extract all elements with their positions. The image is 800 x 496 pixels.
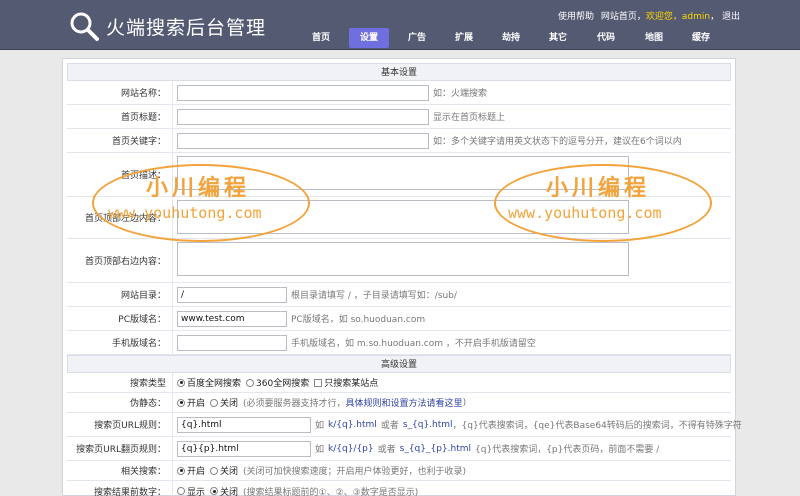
page-url-input[interactable]: {q}{p}.html	[177, 440, 311, 457]
home-title-input[interactable]	[177, 108, 429, 125]
row-search-url: 搜索页URL规则： {q}.html 如 k/{q}.html 或者 s_{q}…	[67, 413, 742, 437]
site-dir-label: 网站目录：	[67, 283, 173, 306]
home-title-label: 首页标题：	[67, 105, 173, 128]
settings-panel: 基本设置 网站名称： 如：火端搜索 首页标题： 显示在首页标题上 首页关键字： …	[62, 58, 742, 496]
row-mobile-domain: 手机版域名： 手机版域名，如 m.so.huoduan.com ，不开启手机版请…	[67, 331, 731, 355]
section-advanced: 高级设置	[67, 355, 731, 373]
search-url-example-1: k/{q}.html	[328, 419, 377, 430]
search-type-360-radio[interactable]	[246, 378, 255, 387]
row-page-url: 搜索页URL翻页规则： {q}{p}.html 如 k/{q}/{p} 或者 s…	[67, 437, 731, 461]
search-url-hint: ，{q}代表搜索词，{qe}代表Base64转码后的搜索词，不得有特殊字符	[452, 421, 742, 431]
site-home-link[interactable]: 网站首页	[601, 12, 637, 22]
section-basic: 基本设置	[67, 63, 731, 81]
nav-home[interactable]: 首页	[304, 28, 338, 48]
nav-cache[interactable]: 缓存	[684, 28, 718, 48]
row-related-search: 相关搜索： 开启 关闭 (关闭可加快搜索速度；开启用户体验更好，也利于收录)	[67, 461, 731, 481]
pseudo-static-label: 伪静态：	[67, 393, 173, 412]
row-home-keywords: 首页关键字： 如：多个关键字请用英文状态下的逗号分开，建议在6个词以内	[67, 129, 731, 153]
nav-ads[interactable]: 广告	[400, 28, 434, 48]
pc-domain-input[interactable]: www.test.com	[177, 310, 287, 327]
logout-link[interactable]: 退出	[722, 12, 740, 22]
search-url-ex-prefix: 如	[315, 421, 325, 431]
top-right-label: 首页顶部右边内容：	[67, 239, 173, 282]
row-search-type: 搜索类型 百度全网搜索 360全网搜索 只搜索某站点	[67, 373, 731, 393]
page-url-example-1: k/{q}/{p}	[328, 443, 374, 454]
nav-other[interactable]: 其它	[541, 28, 575, 48]
result-number-show-radio[interactable]	[177, 487, 185, 495]
search-type-site-label: 只搜索某站点	[324, 379, 379, 389]
row-pc-domain: PC版域名： www.test.com PC版域名，如 so.huoduan.co…	[67, 307, 731, 331]
pc-domain-label: PC版域名：	[67, 307, 173, 330]
page-url-example-2: s_{q}_{p}.html	[399, 443, 472, 454]
home-keywords-label: 首页关键字：	[67, 129, 173, 152]
nav-settings[interactable]: 设置	[349, 28, 389, 48]
app-title: 火端搜索后台管理	[106, 17, 267, 39]
watermark-url-right: www.youhutong.com	[508, 204, 662, 222]
pseudo-static-hint-post: )	[462, 397, 467, 408]
related-off-radio[interactable]	[210, 466, 219, 475]
page-url-label: 搜索页URL翻页规则：	[67, 437, 173, 460]
top-right-textarea[interactable]	[177, 242, 629, 276]
home-keywords-input[interactable]	[177, 132, 429, 149]
nav-map[interactable]: 地图	[637, 28, 671, 48]
site-dir-hint: 根目录请填写 / ，子目录请填写如：/sub/	[291, 291, 457, 301]
result-number-off-label: 关闭	[220, 487, 239, 496]
related-hint: (关闭可加快搜索速度；开启用户体验更好，也利于收录)	[243, 467, 467, 477]
watermark-cn-right: 小川编程	[546, 176, 651, 201]
search-url-ex-or: 或者	[380, 421, 399, 431]
help-link[interactable]: 使用帮助	[558, 12, 594, 22]
home-title-hint: 显示在首页标题上	[433, 113, 506, 123]
site-name-hint: 如：火端搜索	[433, 89, 488, 99]
result-number-hint: (搜索结果标题前的①、②、③数字是否显示)	[243, 487, 419, 496]
pc-domain-hint: PC版域名，如 so.huoduan.com	[291, 315, 426, 325]
site-name-input[interactable]	[177, 84, 429, 101]
search-type-baidu-label: 百度全网搜索	[187, 379, 242, 389]
page-url-ex-or: 或者	[377, 445, 396, 455]
site-name-label: 网站名称：	[67, 81, 173, 104]
related-on-radio[interactable]	[177, 466, 185, 475]
welcome-text: 欢迎您，admin	[645, 12, 711, 22]
pseudo-static-on-radio[interactable]	[177, 398, 185, 407]
top-links: 使用帮助 网站首页，欢迎您，admin， 退出	[557, 12, 740, 22]
row-home-title: 首页标题： 显示在首页标题上	[67, 105, 731, 129]
page-url-hint: {q}代表搜索词，{p}代表页码，前面不需要 /	[475, 445, 660, 455]
search-type-360-label: 360全网搜索	[256, 379, 310, 389]
header-bar: 火端搜索后台管理 使用帮助 网站首页，欢迎您，admin， 退出 首页 设置 广…	[0, 0, 800, 50]
related-search-label: 相关搜索：	[67, 461, 173, 480]
nav-code[interactable]: 代码	[589, 28, 623, 48]
nav-hijack[interactable]: 劫持	[494, 28, 528, 48]
row-site-name: 网站名称： 如：火端搜索	[67, 81, 731, 105]
mobile-domain-label: 手机版域名：	[67, 331, 173, 354]
row-pseudo-static: 伪静态： 开启 关闭 (必须要服务器支持才行， 具体规则和设置方法请看这里)	[67, 393, 731, 413]
watermark-cn-left: 小川编程	[146, 176, 251, 201]
related-on-label: 开启	[187, 467, 206, 477]
page-url-ex-prefix: 如	[315, 445, 325, 455]
mobile-domain-input[interactable]	[177, 334, 287, 351]
search-url-input[interactable]: {q}.html	[177, 416, 311, 433]
pseudo-static-rules-link[interactable]: 具体规则和设置方法请看这里	[346, 396, 463, 409]
row-site-dir: 网站目录： / 根目录请填写 / ，子目录请填写如：/sub/	[67, 283, 731, 307]
search-logo-icon	[70, 12, 99, 41]
search-type-label: 搜索类型	[67, 373, 173, 392]
related-off-label: 关闭	[220, 467, 239, 477]
home-keywords-hint: 如：多个关键字请用英文状态下的逗号分开，建议在6个词以内	[433, 137, 682, 147]
row-top-right: 首页顶部右边内容：	[67, 239, 731, 283]
result-number-off-radio[interactable]	[210, 487, 219, 495]
site-dir-input[interactable]: /	[177, 286, 287, 303]
row-result-number: 搜索结果前数字： 显示 关闭 (搜索结果标题前的①、②、③数字是否显示)	[67, 481, 731, 496]
result-number-show-label: 显示	[187, 487, 206, 496]
pseudo-static-off-radio[interactable]	[210, 398, 219, 407]
search-type-baidu-radio[interactable]	[177, 378, 185, 387]
watermark-url-left: www.youhutong.com	[108, 204, 262, 222]
mobile-domain-hint: 手机版域名，如 m.so.huoduan.com ，不开启手机版请留空	[291, 339, 536, 349]
pseudo-static-hint-pre: (必须要服务器支持才行，	[243, 399, 346, 409]
pseudo-static-on-label: 开启	[187, 399, 206, 409]
nav-extensions[interactable]: 扩展	[447, 28, 481, 48]
search-url-label: 搜索页URL规则：	[67, 413, 173, 436]
search-url-example-2: s_{q}.html	[402, 419, 453, 430]
search-type-site-checkbox[interactable]	[314, 378, 323, 387]
result-number-label: 搜索结果前数字：	[67, 481, 173, 496]
pseudo-static-off-label: 关闭	[220, 399, 239, 409]
